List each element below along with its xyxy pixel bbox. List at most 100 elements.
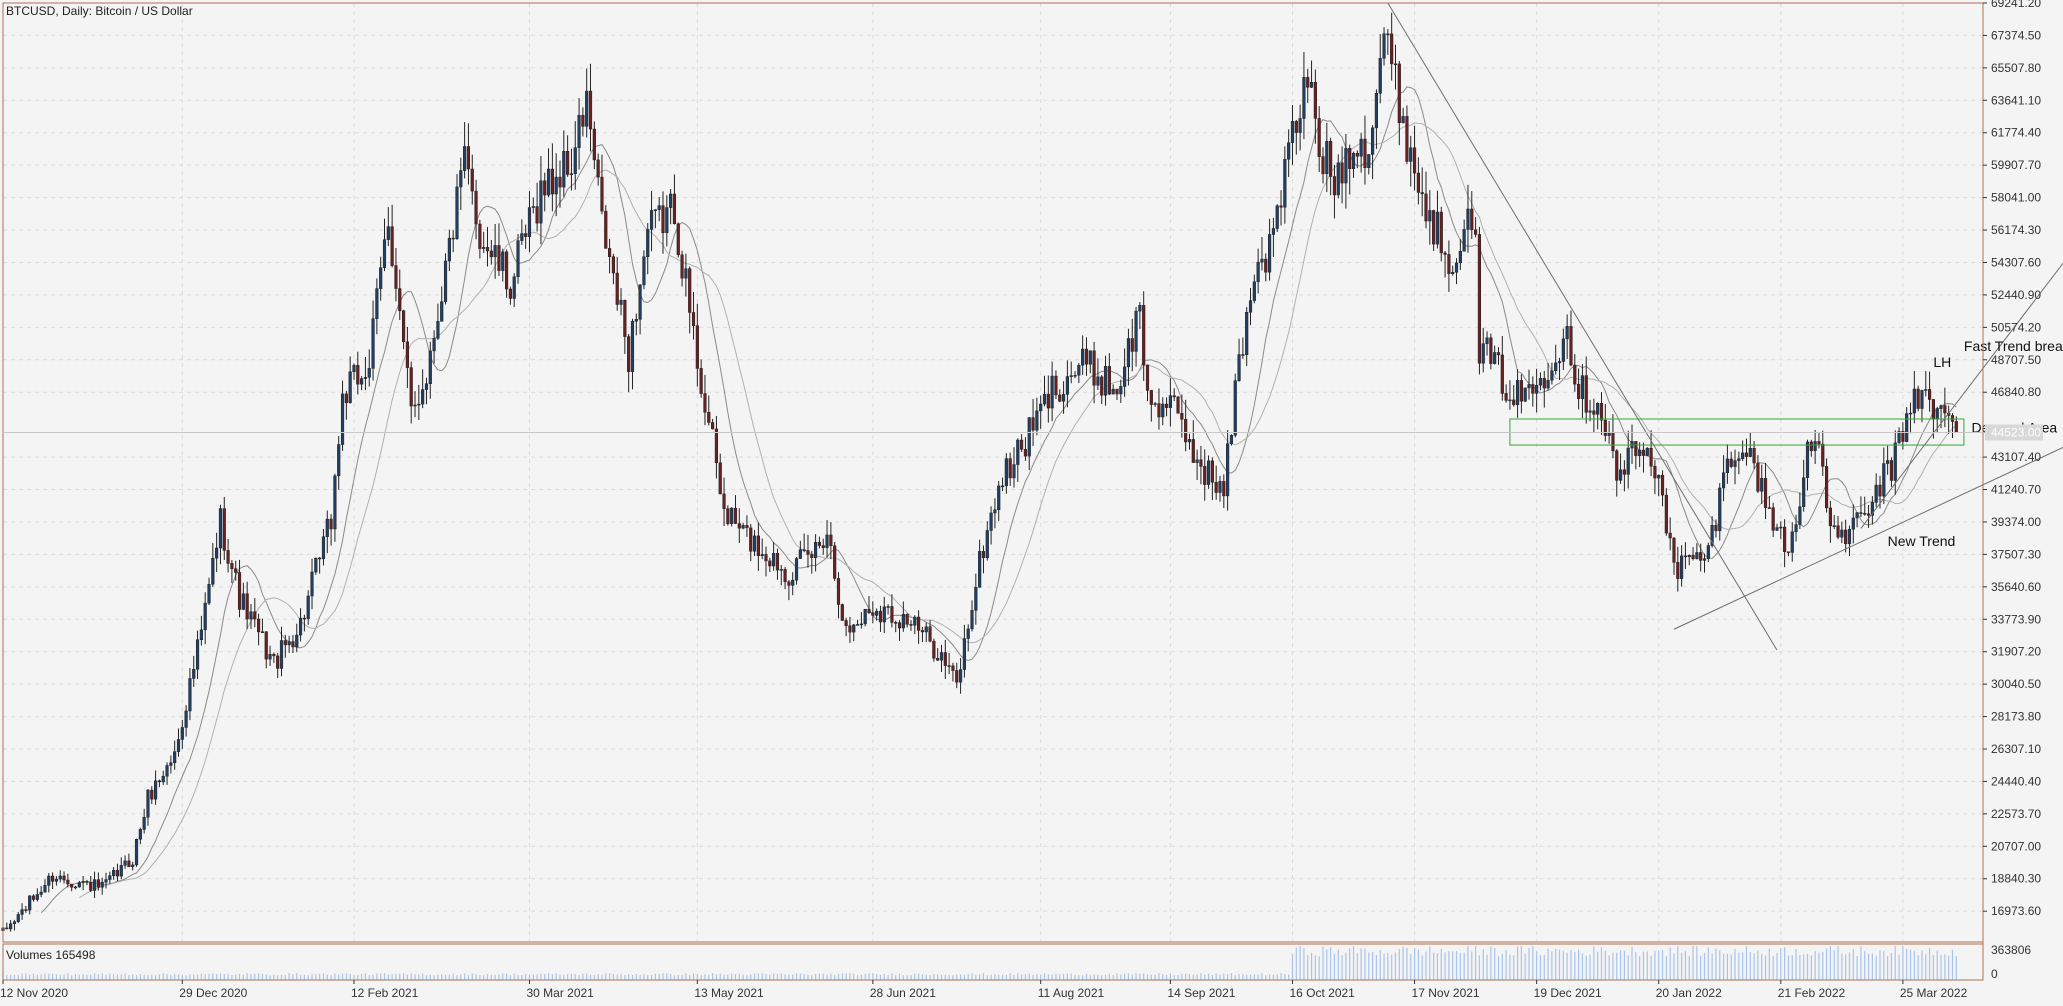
- candle-body: [1607, 432, 1611, 436]
- candle: [1523, 387, 1527, 403]
- candle-body: [1061, 394, 1066, 402]
- candle: [1691, 547, 1695, 561]
- candle-body: [1451, 271, 1455, 274]
- candle-body: [421, 389, 425, 405]
- candle-body: [1134, 310, 1138, 352]
- candle-body: [1794, 524, 1798, 533]
- candle-body: [466, 146, 471, 170]
- candle: [1409, 135, 1413, 187]
- candle: [1863, 496, 1867, 516]
- candle-body: [1805, 441, 1810, 478]
- candle: [1367, 154, 1371, 175]
- candle: [298, 608, 303, 642]
- candle: [352, 363, 356, 380]
- candle: [1191, 420, 1195, 463]
- candle: [741, 522, 745, 530]
- candle: [871, 601, 875, 624]
- candle: [1168, 378, 1172, 427]
- candle: [1271, 217, 1275, 257]
- candle: [1542, 370, 1546, 408]
- candle: [1157, 388, 1161, 430]
- date-tick-label: 28 Jun 2021: [870, 986, 936, 1000]
- candle-body: [451, 237, 455, 240]
- time-axis[interactable]: 12 Nov 2020 29 Dec 2020 12 Feb 2021 30 Mar …: [0, 980, 1968, 1000]
- price-chart[interactable]: LHFast Trend breakDemand AreaNew Trend 6…: [0, 0, 2063, 1001]
- candle: [1859, 496, 1863, 518]
- candle: [764, 546, 768, 577]
- candle-body: [569, 173, 574, 175]
- candle: [504, 249, 509, 298]
- candle-body: [1752, 448, 1756, 464]
- candle-body: [703, 393, 707, 413]
- candle: [989, 506, 993, 545]
- candle-body: [405, 341, 409, 368]
- candle-body: [356, 365, 360, 385]
- candle-body: [1928, 389, 1932, 400]
- candle: [882, 596, 886, 633]
- candle: [1287, 129, 1291, 178]
- candle-body: [394, 265, 398, 289]
- candle: [932, 638, 936, 662]
- candle-body: [669, 193, 673, 208]
- candle-body: [409, 367, 413, 407]
- candle-body: [1615, 450, 1619, 481]
- candle: [1061, 381, 1066, 414]
- candle-body: [775, 553, 780, 571]
- candle: [897, 620, 902, 641]
- candle: [1828, 500, 1832, 543]
- candle: [672, 174, 677, 225]
- candle: [1081, 335, 1085, 375]
- candle: [779, 565, 783, 586]
- candle: [1897, 427, 1901, 444]
- price-axis[interactable]: 69241.20 67374.50 65507.80 63641.10 61774.40…: [1983, 0, 2043, 981]
- candle: [1496, 347, 1501, 365]
- candle-body: [47, 875, 51, 886]
- candle: [62, 871, 66, 884]
- price-tick-label: 63641.10: [1991, 93, 2041, 107]
- candle: [905, 613, 909, 628]
- candle: [1279, 190, 1283, 226]
- price-tick-label: 26307.10: [1991, 742, 2041, 756]
- candle-body: [51, 875, 55, 882]
- candle: [1153, 401, 1157, 407]
- candle-body: [1237, 354, 1241, 381]
- candle-body: [1496, 352, 1501, 356]
- candle: [737, 508, 741, 543]
- candle: [1058, 389, 1062, 403]
- candle: [695, 303, 699, 387]
- chart-window[interactable]: LHFast Trend breakDemand AreaNew Trend 6…: [0, 0, 2063, 1001]
- candle-body: [890, 606, 894, 623]
- candle: [1187, 433, 1192, 450]
- candle-body: [443, 260, 448, 302]
- candle-body: [1443, 252, 1447, 255]
- candle: [1393, 44, 1398, 90]
- candle-body: [333, 475, 337, 530]
- candle-body: [1519, 380, 1523, 402]
- candle: [1657, 474, 1661, 497]
- candle-body: [1290, 121, 1295, 143]
- candle: [978, 539, 982, 588]
- candle-body: [1351, 153, 1356, 169]
- candle: [1870, 496, 1874, 525]
- price-tick-label: 30040.50: [1991, 677, 2041, 691]
- candle: [1588, 399, 1592, 422]
- candle-body: [1500, 354, 1504, 394]
- price-tick-label: 56174.30: [1991, 223, 2041, 237]
- candle-body: [302, 617, 306, 620]
- candle-body: [588, 90, 593, 130]
- candle: [1699, 543, 1703, 572]
- candle: [890, 594, 894, 628]
- candle-body: [653, 209, 657, 211]
- candle: [1783, 519, 1787, 568]
- candle-body: [344, 393, 348, 403]
- candle-body: [695, 325, 699, 369]
- candle-body: [1889, 460, 1894, 481]
- candle-body: [1531, 384, 1535, 394]
- candle-body: [1268, 234, 1272, 273]
- candle-body: [1371, 127, 1375, 155]
- candle-body: [1866, 513, 1871, 516]
- candle-body: [1775, 527, 1779, 531]
- candle: [253, 598, 257, 628]
- candle: [718, 453, 722, 495]
- candle: [371, 300, 375, 381]
